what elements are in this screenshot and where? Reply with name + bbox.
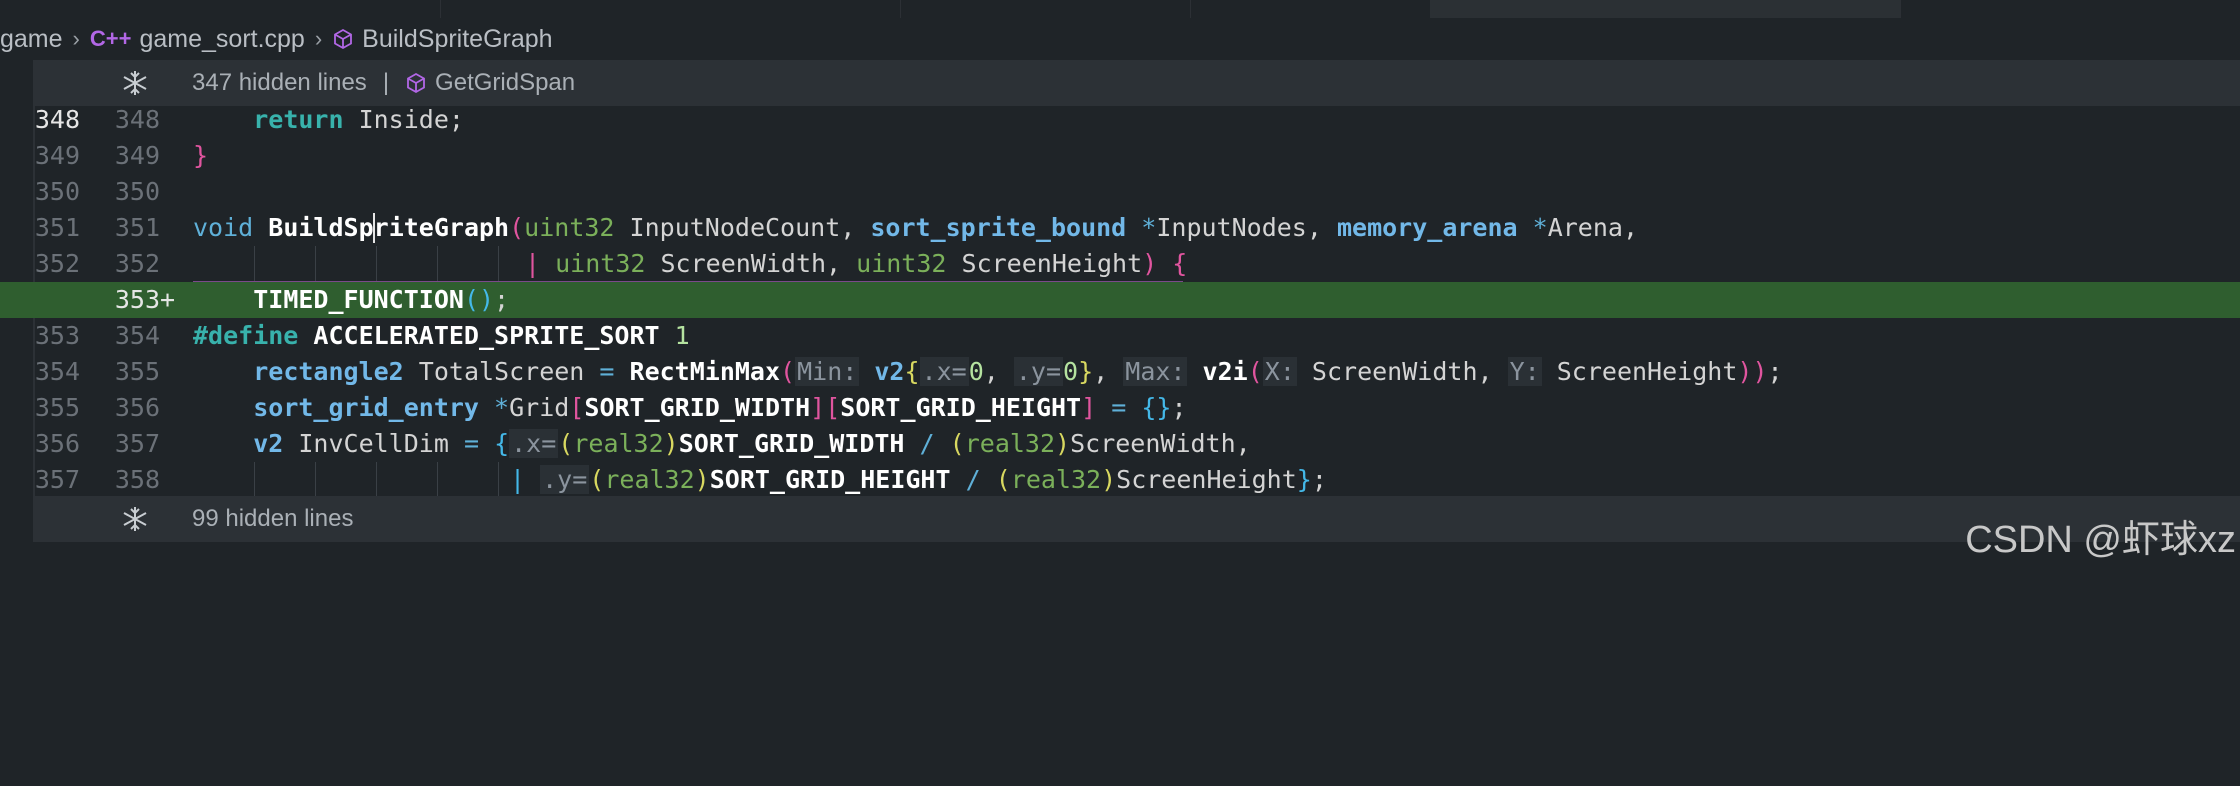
code-text[interactable]: #define ACCELERATED_SPRITE_SORT 1 [193, 318, 690, 354]
tab[interactable] [0, 0, 441, 18]
indent-guide [315, 246, 316, 282]
code-text[interactable]: return Inside; [193, 102, 464, 138]
folded-region-bottom[interactable]: 99 hidden lines [33, 496, 2240, 542]
code-line[interactable]: 355 356 sort_grid_entry *Grid[SORT_GRID_… [0, 390, 2240, 426]
indent-guide [437, 246, 438, 282]
tab-strip [0, 0, 2240, 18]
code-line[interactable]: 351 351 void BuildSpriteGraph(uint32 Inp… [0, 210, 2240, 246]
chevron-right-icon: › [314, 26, 323, 51]
tab[interactable] [900, 0, 1191, 18]
code-line[interactable]: 349 349 } [0, 138, 2240, 174]
separator: | [382, 69, 390, 96]
line-number-old: 357 [34, 465, 80, 494]
code-text[interactable]: | uint32 ScreenWidth, uint32 ScreenHeigh… [525, 246, 1187, 282]
line-number-old: 351 [34, 213, 80, 242]
code-text[interactable]: } [193, 138, 208, 174]
line-number-new: 356 [114, 393, 160, 422]
line-number-new: 352 [114, 249, 160, 278]
code-text[interactable]: rectangle2 TotalScreen = RectMinMax(Min:… [193, 354, 1783, 390]
tab[interactable] [1190, 0, 1431, 18]
indent-guide [376, 462, 377, 498]
indent-guide [376, 246, 377, 282]
tab[interactable] [1900, 0, 2240, 18]
code-text[interactable]: sort_grid_entry *Grid[SORT_GRID_WIDTH][S… [193, 390, 1186, 426]
code-line[interactable]: 354 355 rectangle2 TotalScreen = RectMin… [0, 354, 2240, 390]
indent-guide [498, 246, 499, 282]
code-text[interactable]: | .y=(real32)SORT_GRID_HEIGHT / (real32)… [510, 462, 1327, 498]
line-number-old: 355 [34, 393, 80, 422]
code-text[interactable]: void BuildSpriteGraph(uint32 InputNodeCo… [193, 210, 1638, 246]
added-marker: + [160, 285, 176, 314]
folded-symbol-name[interactable]: GetGridSpan [435, 69, 575, 97]
watermark: CSDN @虾球xz [1965, 519, 2236, 561]
cube-symbol-icon [405, 72, 427, 94]
line-number-new: 351 [114, 213, 160, 242]
line-number-old: 350 [34, 177, 80, 206]
line-number-old: 352 [34, 249, 80, 278]
line-number-new: 355 [114, 357, 160, 386]
code-line[interactable]: 353 354 #define ACCELERATED_SPRITE_SORT … [0, 318, 2240, 354]
hidden-lines-label: 347 hidden lines [192, 69, 367, 96]
tab[interactable] [440, 0, 901, 18]
breadcrumb-folder[interactable]: game [0, 25, 63, 54]
code-line[interactable]: 352 352 | uint32 ScreenWidth, uint32 Scr… [0, 246, 2240, 282]
fold-expand-icon[interactable] [121, 69, 149, 97]
line-number-new: 349 [114, 141, 160, 170]
breadcrumb: game › C++ game_sort.cpp › BuildSpriteGr… [0, 18, 2240, 60]
line-number-new: 353 [114, 285, 160, 314]
code-line[interactable]: 348 348 return Inside; [0, 102, 2240, 138]
code-line[interactable]: 356 357 v2 InvCellDim = {.x=(real32)SORT… [0, 426, 2240, 462]
line-number-new: 350 [114, 177, 160, 206]
code-line[interactable]: 350 350 [0, 174, 2240, 210]
indent-guide [498, 462, 499, 498]
cube-symbol-icon [332, 28, 354, 50]
indent-guide [437, 462, 438, 498]
code-line[interactable]: 357 358 | .y=(real32)SORT_GRID_HEIGHT / … [0, 462, 2240, 498]
code-line-added[interactable]: 353 + TIMED_FUNCTION(); [0, 282, 2240, 318]
line-number-new: 358 [114, 465, 160, 494]
code-text[interactable]: TIMED_FUNCTION(); [193, 282, 509, 318]
indent-guide [254, 246, 255, 282]
fold-expand-icon[interactable] [121, 505, 149, 533]
folded-region-top[interactable]: 347 hidden lines | GetGridSpan [33, 60, 2240, 106]
hidden-lines-label: 99 hidden lines [192, 505, 354, 532]
breadcrumb-symbol[interactable]: BuildSpriteGraph [332, 25, 553, 54]
text-cursor [373, 213, 375, 243]
indent-guide [315, 462, 316, 498]
chevron-right-icon: › [72, 26, 80, 51]
line-number-new: 354 [114, 321, 160, 350]
tab-active[interactable] [1430, 0, 1901, 18]
cpp-file-icon: C++ [89, 26, 132, 51]
line-number-old: 348 [34, 105, 80, 134]
indent-guide [254, 462, 255, 498]
line-number-new: 348 [114, 105, 160, 134]
line-number-old: 356 [34, 429, 80, 458]
line-number-old: 353 [34, 321, 80, 350]
line-number-old: 349 [34, 141, 80, 170]
breadcrumb-file[interactable]: C++ game_sort.cpp [90, 25, 305, 54]
code-text[interactable]: v2 InvCellDim = {.x=(real32)SORT_GRID_WI… [193, 426, 1251, 462]
line-number-old: 354 [34, 357, 80, 386]
line-number-new: 357 [114, 429, 160, 458]
